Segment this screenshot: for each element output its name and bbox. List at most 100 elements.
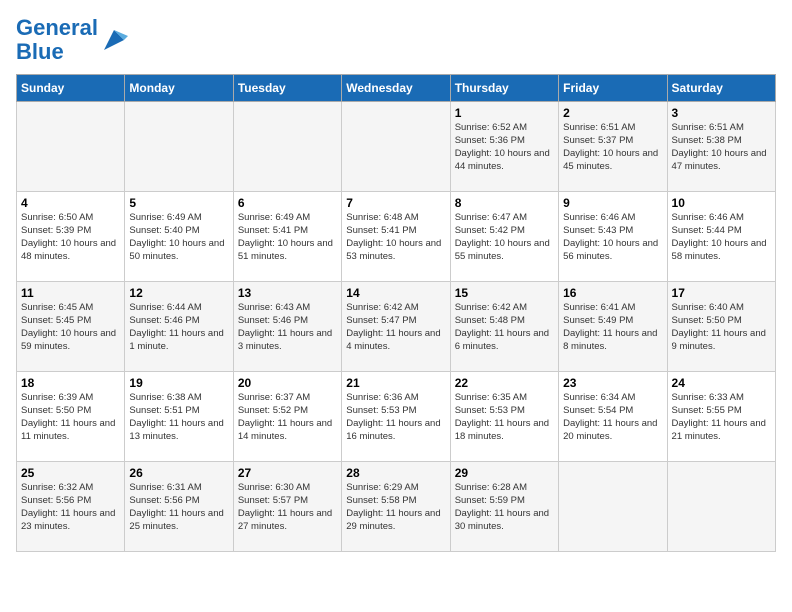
calendar-week-row: 1Sunrise: 6:52 AM Sunset: 5:36 PM Daylig…: [17, 102, 776, 192]
calendar-cell: 9Sunrise: 6:46 AM Sunset: 5:43 PM Daylig…: [559, 192, 667, 282]
weekday-header-row: SundayMondayTuesdayWednesdayThursdayFrid…: [17, 75, 776, 102]
calendar-cell: 27 Sunrise: 6:30 AM Sunset: 5:57 PM Dayli…: [233, 462, 341, 552]
day-info: Sunrise: 6:48 AM Sunset: 5:41 PM Dayligh…: [346, 212, 445, 263]
calendar-cell: 25 Sunrise: 6:32 AM Sunset: 5:56 PM Dayli…: [17, 462, 125, 552]
calendar-cell: [342, 102, 450, 192]
day-info: Sunrise: 6:42 AM Sunset: 5:48 PM Dayligh…: [455, 302, 554, 353]
logo-blue: Blue: [16, 39, 64, 64]
calendar-cell: 24 Sunrise: 6:33 AM Sunset: 5:55 PM Dayli…: [667, 372, 775, 462]
day-number: 4: [21, 196, 120, 210]
calendar-cell: [667, 462, 775, 552]
calendar-cell: 8 Sunrise: 6:47 AM Sunset: 5:42 PM Daylig…: [450, 192, 558, 282]
calendar-cell: 22Sunrise: 6:35 AM Sunset: 5:53 PM Dayli…: [450, 372, 558, 462]
day-info: Sunrise: 6:36 AM Sunset: 5:53 PM Dayligh…: [346, 392, 445, 443]
day-number: 10: [672, 196, 771, 210]
day-number: 25: [21, 466, 120, 480]
calendar-cell: 28Sunrise: 6:29 AM Sunset: 5:58 PM Dayli…: [342, 462, 450, 552]
day-info: Sunrise: 6:51 AM Sunset: 5:38 PM Dayligh…: [672, 122, 771, 173]
day-info: Sunrise: 6:42 AM Sunset: 5:47 PM Dayligh…: [346, 302, 445, 353]
day-number: 7: [346, 196, 445, 210]
day-info: Sunrise: 6:33 AM Sunset: 5:55 PM Dayligh…: [672, 392, 771, 443]
logo: General Blue: [16, 16, 128, 64]
day-number: 11: [21, 286, 120, 300]
day-info: Sunrise: 6:45 AM Sunset: 5:45 PM Dayligh…: [21, 302, 120, 353]
calendar-cell: 11 Sunrise: 6:45 AM Sunset: 5:45 PM Dayli…: [17, 282, 125, 372]
calendar-cell: 21 Sunrise: 6:36 AM Sunset: 5:53 PM Dayli…: [342, 372, 450, 462]
calendar-cell: 18 Sunrise: 6:39 AM Sunset: 5:50 PM Dayli…: [17, 372, 125, 462]
day-info: Sunrise: 6:35 AM Sunset: 5:53 PM Dayligh…: [455, 392, 554, 443]
weekday-header: Tuesday: [233, 75, 341, 102]
day-info: Sunrise: 6:38 AM Sunset: 5:51 PM Dayligh…: [129, 392, 228, 443]
calendar-cell: 16 Sunrise: 6:41 AM Sunset: 5:49 PM Dayli…: [559, 282, 667, 372]
day-info: Sunrise: 6:50 AM Sunset: 5:39 PM Dayligh…: [21, 212, 120, 263]
calendar-cell: 7 Sunrise: 6:48 AM Sunset: 5:41 PM Daylig…: [342, 192, 450, 282]
day-number: 26: [129, 466, 228, 480]
day-number: 23: [563, 376, 662, 390]
calendar-table: SundayMondayTuesdayWednesdayThursdayFrid…: [16, 74, 776, 552]
day-number: 19: [129, 376, 228, 390]
day-number: 14: [346, 286, 445, 300]
calendar-week-row: 25 Sunrise: 6:32 AM Sunset: 5:56 PM Dayli…: [17, 462, 776, 552]
calendar-cell: 2 Sunrise: 6:51 AM Sunset: 5:37 PM Daylig…: [559, 102, 667, 192]
calendar-cell: 14 Sunrise: 6:42 AM Sunset: 5:47 PM Dayli…: [342, 282, 450, 372]
day-number: 2: [563, 106, 662, 120]
day-info: Sunrise: 6:28 AM Sunset: 5:59 PM Dayligh…: [455, 482, 554, 533]
calendar-cell: 17Sunrise: 6:40 AM Sunset: 5:50 PM Dayli…: [667, 282, 775, 372]
day-number: 13: [238, 286, 337, 300]
calendar-cell: 10 Sunrise: 6:46 AM Sunset: 5:44 PM Dayli…: [667, 192, 775, 282]
logo-text: General Blue: [16, 16, 98, 64]
day-number: 27: [238, 466, 337, 480]
day-info: Sunrise: 6:49 AM Sunset: 5:41 PM Dayligh…: [238, 212, 337, 263]
day-number: 18: [21, 376, 120, 390]
day-info: Sunrise: 6:34 AM Sunset: 5:54 PM Dayligh…: [563, 392, 662, 443]
day-number: 12: [129, 286, 228, 300]
calendar-cell: 23 Sunrise: 6:34 AM Sunset: 5:54 PM Dayli…: [559, 372, 667, 462]
day-number: 1: [455, 106, 554, 120]
day-info: Sunrise: 6:40 AM Sunset: 5:50 PM Dayligh…: [672, 302, 771, 353]
logo-general: General: [16, 15, 98, 40]
calendar-week-row: 11 Sunrise: 6:45 AM Sunset: 5:45 PM Dayli…: [17, 282, 776, 372]
logo-icon: [100, 26, 128, 54]
calendar-cell: 20Sunrise: 6:37 AM Sunset: 5:52 PM Dayli…: [233, 372, 341, 462]
day-info: Sunrise: 6:41 AM Sunset: 5:49 PM Dayligh…: [563, 302, 662, 353]
day-number: 21: [346, 376, 445, 390]
weekday-header: Friday: [559, 75, 667, 102]
day-number: 3: [672, 106, 771, 120]
weekday-header: Monday: [125, 75, 233, 102]
weekday-header: Sunday: [17, 75, 125, 102]
calendar-cell: 19 Sunrise: 6:38 AM Sunset: 5:51 PM Dayli…: [125, 372, 233, 462]
calendar-cell: 5Sunrise: 6:49 AM Sunset: 5:40 PM Daylig…: [125, 192, 233, 282]
day-number: 24: [672, 376, 771, 390]
day-info: Sunrise: 6:39 AM Sunset: 5:50 PM Dayligh…: [21, 392, 120, 443]
weekday-header: Wednesday: [342, 75, 450, 102]
day-info: Sunrise: 6:51 AM Sunset: 5:37 PM Dayligh…: [563, 122, 662, 173]
calendar-cell: [125, 102, 233, 192]
calendar-cell: [17, 102, 125, 192]
day-info: Sunrise: 6:44 AM Sunset: 5:46 PM Dayligh…: [129, 302, 228, 353]
calendar-cell: [233, 102, 341, 192]
day-info: Sunrise: 6:32 AM Sunset: 5:56 PM Dayligh…: [21, 482, 120, 533]
day-number: 9: [563, 196, 662, 210]
day-number: 6: [238, 196, 337, 210]
calendar-cell: 29 Sunrise: 6:28 AM Sunset: 5:59 PM Dayli…: [450, 462, 558, 552]
weekday-header: Saturday: [667, 75, 775, 102]
calendar-cell: [559, 462, 667, 552]
calendar-cell: 6 Sunrise: 6:49 AM Sunset: 5:41 PM Daylig…: [233, 192, 341, 282]
day-number: 16: [563, 286, 662, 300]
calendar-cell: 4 Sunrise: 6:50 AM Sunset: 5:39 PM Daylig…: [17, 192, 125, 282]
weekday-header: Thursday: [450, 75, 558, 102]
day-info: Sunrise: 6:37 AM Sunset: 5:52 PM Dayligh…: [238, 392, 337, 443]
day-number: 8: [455, 196, 554, 210]
day-info: Sunrise: 6:47 AM Sunset: 5:42 PM Dayligh…: [455, 212, 554, 263]
calendar-cell: 15Sunrise: 6:42 AM Sunset: 5:48 PM Dayli…: [450, 282, 558, 372]
day-number: 29: [455, 466, 554, 480]
page-header: General Blue: [16, 16, 776, 64]
calendar-cell: 13 Sunrise: 6:43 AM Sunset: 5:46 PM Dayli…: [233, 282, 341, 372]
day-info: Sunrise: 6:46 AM Sunset: 5:44 PM Dayligh…: [672, 212, 771, 263]
day-info: Sunrise: 6:29 AM Sunset: 5:58 PM Dayligh…: [346, 482, 445, 533]
calendar-cell: 12 Sunrise: 6:44 AM Sunset: 5:46 PM Dayli…: [125, 282, 233, 372]
day-info: Sunrise: 6:49 AM Sunset: 5:40 PM Dayligh…: [129, 212, 228, 263]
day-info: Sunrise: 6:30 AM Sunset: 5:57 PM Dayligh…: [238, 482, 337, 533]
calendar-cell: 1Sunrise: 6:52 AM Sunset: 5:36 PM Daylig…: [450, 102, 558, 192]
day-info: Sunrise: 6:43 AM Sunset: 5:46 PM Dayligh…: [238, 302, 337, 353]
